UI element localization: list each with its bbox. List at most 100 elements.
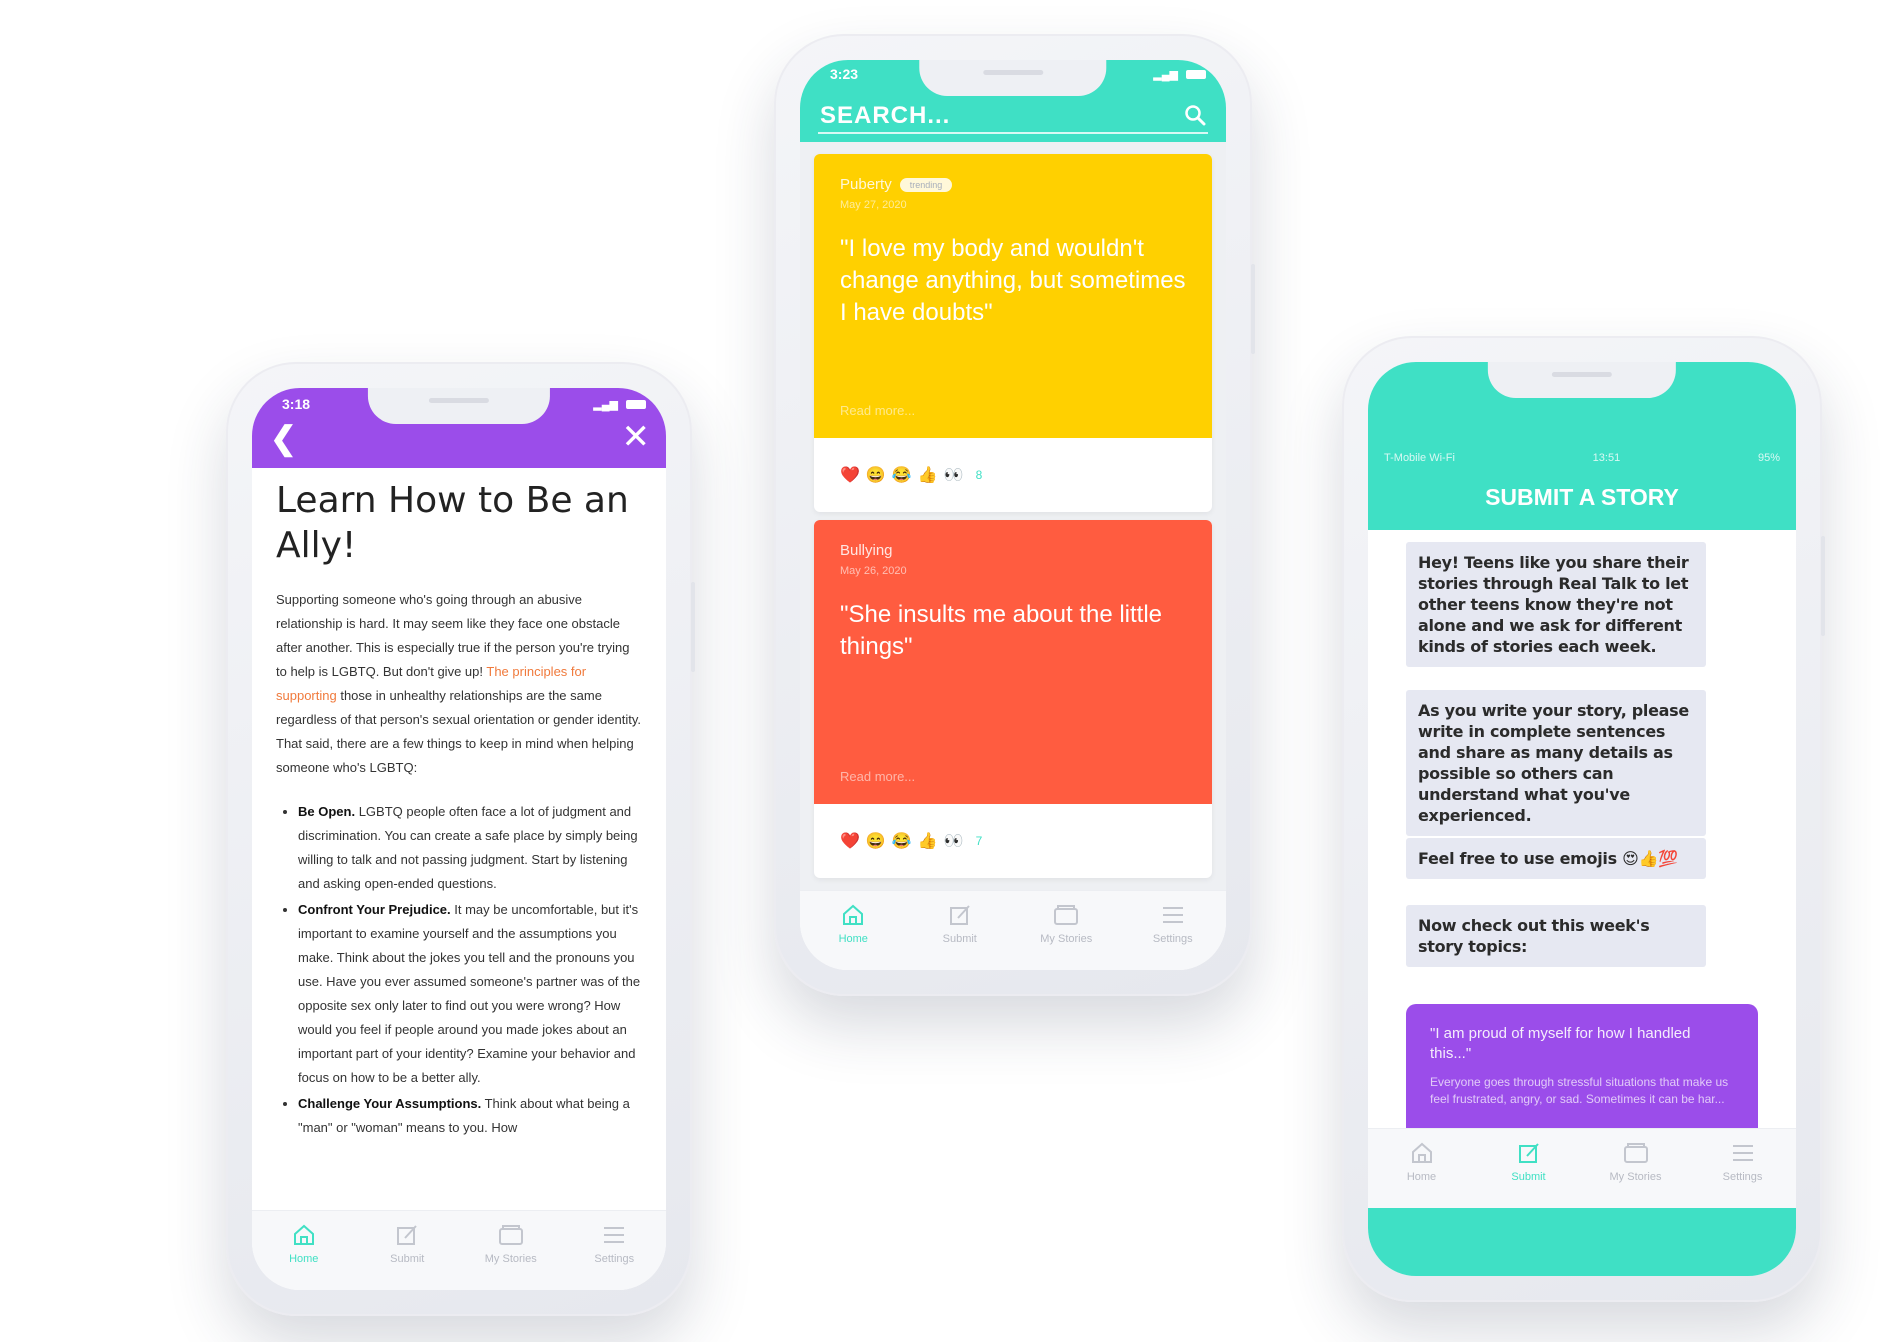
tab-my-stories[interactable]: My Stories	[1013, 901, 1120, 945]
heart-icon[interactable]: ❤️	[840, 465, 860, 485]
tab-label: Settings	[1722, 1171, 1763, 1183]
tab-submit[interactable]: Submit	[907, 901, 1014, 945]
phone-notch	[1487, 362, 1677, 398]
tip-heading: Confront Your Prejudice.	[298, 902, 451, 917]
story-card[interactable]: Puberty trending May 27, 2020 "I love my…	[814, 154, 1212, 512]
page-title: SUBMIT A STORY	[1485, 484, 1679, 510]
eyes-icon[interactable]: 👀	[944, 465, 964, 485]
thumbs-up-icon[interactable]: 👍	[918, 465, 938, 485]
tab-label: Settings	[594, 1253, 635, 1265]
tab-bar: Home Submit My Stories Settings	[800, 890, 1226, 970]
tab-label: Settings	[1152, 933, 1193, 945]
home-icon	[293, 1224, 314, 1245]
read-more-link[interactable]: Read more...	[840, 769, 915, 784]
edit-icon	[949, 905, 970, 925]
tab-submit[interactable]: Submit	[1475, 1139, 1582, 1183]
home-icon	[843, 904, 864, 925]
folder-icon	[1054, 905, 1079, 925]
tab-submit[interactable]: Submit	[356, 1221, 460, 1265]
menu-icon	[1732, 1145, 1753, 1161]
chat-bubble: Feel free to use emojis 😍👍💯	[1406, 838, 1706, 879]
search-input[interactable]: SEARCH...	[820, 102, 950, 130]
phone-side-button	[691, 582, 695, 672]
battery-icon	[626, 400, 646, 409]
tab-bar: Home Submit My Stories Settings	[252, 1210, 666, 1290]
search-underline	[818, 132, 1208, 134]
tab-label: Home	[838, 933, 868, 945]
story-date: May 27, 2020	[840, 199, 907, 211]
story-date: May 26, 2020	[840, 565, 907, 577]
search-icon[interactable]	[1184, 104, 1206, 126]
reactions-bar: ❤️ 😄 😂 👍 👀 8	[814, 438, 1212, 512]
story-card[interactable]: Bullying May 26, 2020 "She insults me ab…	[814, 520, 1212, 878]
thumbs-up-icon[interactable]: 👍	[918, 831, 938, 851]
tip-text: It may be uncomfortable, but it's import…	[298, 902, 641, 1085]
read-more-link[interactable]: Read more...	[840, 403, 915, 418]
status-battery: 95%	[1757, 452, 1780, 464]
list-item: Confront Your Prejudice. It may be uncom…	[298, 898, 642, 1090]
article-screen: 3:18 ▂▄▆ ❮ ✕ Learn How to Be an Ally! Su…	[252, 388, 666, 1290]
tip-heading: Challenge Your Assumptions.	[298, 1096, 482, 1111]
tip-heading: Be Open.	[298, 804, 356, 819]
smile-icon[interactable]: 😄	[866, 831, 886, 851]
tab-home[interactable]: Home	[252, 1221, 356, 1265]
phone-side-button	[1251, 264, 1255, 354]
heart-icon[interactable]: ❤️	[840, 831, 860, 851]
tab-my-stories[interactable]: My Stories	[459, 1221, 563, 1265]
status-time: 3:18	[282, 396, 311, 412]
story-card-body: Bullying May 26, 2020 "She insults me ab…	[814, 520, 1212, 804]
smile-icon[interactable]: 😄	[866, 465, 886, 485]
phone-stories-feed: 3:23 ▂▄▆ SEARCH... Puberty trending May …	[774, 34, 1255, 996]
story-quote: "She insults me about the little things"	[840, 601, 1163, 660]
close-icon[interactable]: ✕	[622, 420, 651, 454]
trending-badge: trending	[899, 177, 953, 192]
mockup-canvas: 3:18 ▂▄▆ ❮ ✕ Learn How to Be an Ally! Su…	[22, 0, 1880, 1342]
tab-label: Submit	[390, 1253, 425, 1265]
tab-settings[interactable]: Settings	[1120, 901, 1227, 945]
article-title: Learn How to Be an Ally!	[276, 480, 629, 566]
status-bar: T-Mobile Wi-Fi 13:51 95%	[1384, 452, 1780, 464]
signal-icon: ▂▄▆	[593, 399, 618, 411]
tab-home[interactable]: Home	[800, 901, 907, 945]
story-category: Puberty trending	[840, 176, 1186, 193]
list-item: Challenge Your Assumptions. Think about …	[298, 1092, 642, 1140]
chat-messages: Hey! Teens like you share their stories …	[1368, 530, 1796, 1128]
eyes-icon[interactable]: 👀	[944, 831, 964, 851]
submit-screen: T-Mobile Wi-Fi 13:51 95% SUBMIT A STORY …	[1368, 362, 1796, 1276]
tab-label: My Stories	[1040, 933, 1093, 945]
laugh-icon[interactable]: 😂	[892, 831, 912, 851]
laugh-icon[interactable]: 😂	[892, 465, 912, 485]
phone-submit-story: T-Mobile Wi-Fi 13:51 95% SUBMIT A STORY …	[1342, 336, 1825, 1302]
status-time: 3:23	[830, 66, 859, 82]
tab-settings[interactable]: Settings	[563, 1221, 667, 1265]
chat-bubble: Hey! Teens like you share their stories …	[1406, 542, 1706, 667]
topic-description: Everyone goes through stressful situatio…	[1430, 1075, 1729, 1106]
phone-side-button	[1821, 536, 1825, 636]
tab-home[interactable]: Home	[1368, 1139, 1475, 1183]
menu-icon	[604, 1227, 625, 1243]
edit-icon	[397, 1225, 417, 1245]
tab-settings[interactable]: Settings	[1689, 1139, 1796, 1183]
story-category: Bullying	[840, 542, 1186, 559]
feed-screen: 3:23 ▂▄▆ SEARCH... Puberty trending May …	[800, 60, 1226, 970]
topic-card[interactable]: "I am proud of myself for how I handled …	[1406, 1004, 1758, 1128]
reaction-count: 8	[975, 468, 983, 482]
chat-bubble: As you write your story, please write in…	[1406, 690, 1706, 836]
tab-label: My Stories	[1609, 1171, 1662, 1183]
tab-label: My Stories	[484, 1253, 537, 1265]
status-carrier: T-Mobile Wi-Fi	[1384, 452, 1455, 464]
signal-icon: ▂▄▆	[1153, 69, 1178, 81]
topic-quote: "I am proud of myself for how I handled …	[1430, 1025, 1691, 1062]
list-item: Be Open. LGBTQ people often face a lot o…	[298, 800, 642, 896]
folder-icon	[498, 1225, 523, 1245]
status-time: 13:51	[1592, 452, 1621, 464]
chevron-left-icon[interactable]: ❮	[270, 422, 297, 454]
tab-label: Submit	[942, 933, 977, 945]
tips-list: Be Open. LGBTQ people often face a lot o…	[276, 800, 642, 1140]
tab-bar: Home Submit My Stories Settings	[1368, 1128, 1796, 1208]
home-icon	[1411, 1142, 1432, 1163]
tab-my-stories[interactable]: My Stories	[1582, 1139, 1689, 1183]
tab-label: Home	[289, 1253, 319, 1265]
menu-icon	[1162, 907, 1183, 923]
battery-icon	[1186, 70, 1206, 79]
